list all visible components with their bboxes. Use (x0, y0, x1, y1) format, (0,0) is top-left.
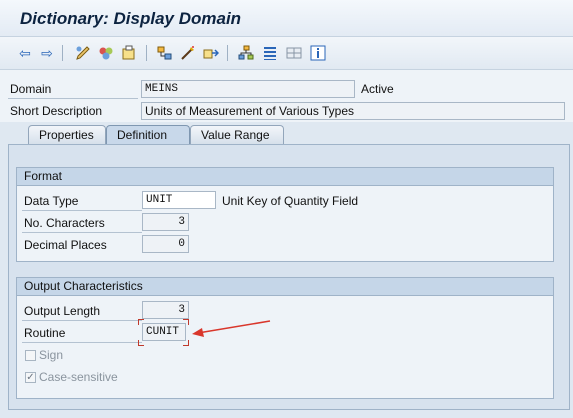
label-underline (22, 320, 142, 321)
no-characters-label: No. Characters (24, 216, 105, 230)
where-used-icon[interactable] (179, 44, 197, 62)
window-title: Dictionary: Display Domain (20, 9, 242, 28)
case-sensitive-label: Case-sensitive (39, 370, 118, 384)
routine-label: Routine (24, 326, 66, 340)
list-icon[interactable] (261, 44, 279, 62)
data-type-description: Unit Key of Quantity Field (222, 194, 359, 208)
output-characteristics-group: Output Characteristics Output Length 3 R… (16, 277, 554, 399)
sign-checkbox[interactable] (25, 350, 36, 361)
highlight-corner (138, 319, 144, 325)
info-icon[interactable] (309, 44, 327, 62)
sign-label: Sign (39, 348, 64, 362)
toolbar-separator (227, 45, 228, 61)
decimal-places-label: Decimal Places (24, 238, 107, 252)
tab-properties[interactable]: Properties (28, 125, 106, 144)
status-text: Active (361, 82, 394, 96)
highlight-corner (183, 340, 189, 346)
forward-arrow-icon[interactable]: ⇨ (38, 44, 56, 62)
grid-icon[interactable] (285, 44, 303, 62)
short-description-label: Short Description (10, 104, 103, 118)
toolbar-separator (62, 45, 63, 61)
tree-icon[interactable] (237, 44, 255, 62)
data-type-label: Data Type (24, 194, 79, 208)
activate-icon[interactable] (97, 44, 115, 62)
label-underline (22, 232, 142, 233)
domain-label: Domain (10, 82, 52, 96)
case-sensitive-checkbox[interactable]: ✓ (25, 372, 36, 383)
object-list-icon[interactable] (202, 44, 220, 62)
label-underline (22, 342, 142, 343)
domain-field[interactable]: MEINS (141, 80, 355, 98)
toolbar-separator (146, 45, 147, 61)
label-underline (8, 98, 138, 99)
label-underline (22, 210, 142, 211)
output-length-label: Output Length (24, 304, 101, 318)
output-characteristics-title: Output Characteristics (17, 278, 553, 296)
short-description-field[interactable]: Units of Measurement of Various Types (141, 102, 565, 120)
other-object-icon[interactable] (120, 44, 138, 62)
definition-tab-panel: Format Data Type UNIT Unit Key of Quanti… (8, 144, 570, 410)
hierarchy-icon[interactable] (156, 44, 174, 62)
application-toolbar: ⇦ ⇨ (0, 37, 573, 70)
tab-value-range[interactable]: Value Range (190, 125, 284, 144)
tab-definition[interactable]: Definition (106, 125, 190, 144)
decimal-places-field[interactable]: 0 (142, 235, 189, 253)
tab-strip: Properties Definition Value Range (0, 125, 573, 145)
display-change-icon[interactable] (74, 44, 92, 62)
format-group: Format Data Type UNIT Unit Key of Quanti… (16, 167, 554, 262)
annotation-arrow-icon (192, 320, 271, 337)
title-bar: Dictionary: Display Domain (0, 0, 573, 37)
no-characters-field[interactable]: 3 (142, 213, 189, 231)
domain-header: Domain MEINS Active Short Description Un… (0, 70, 573, 122)
back-arrow-icon[interactable]: ⇦ (16, 44, 34, 62)
highlight-corner (138, 340, 144, 346)
format-group-title: Format (17, 168, 553, 186)
data-type-field[interactable]: UNIT (142, 191, 216, 209)
